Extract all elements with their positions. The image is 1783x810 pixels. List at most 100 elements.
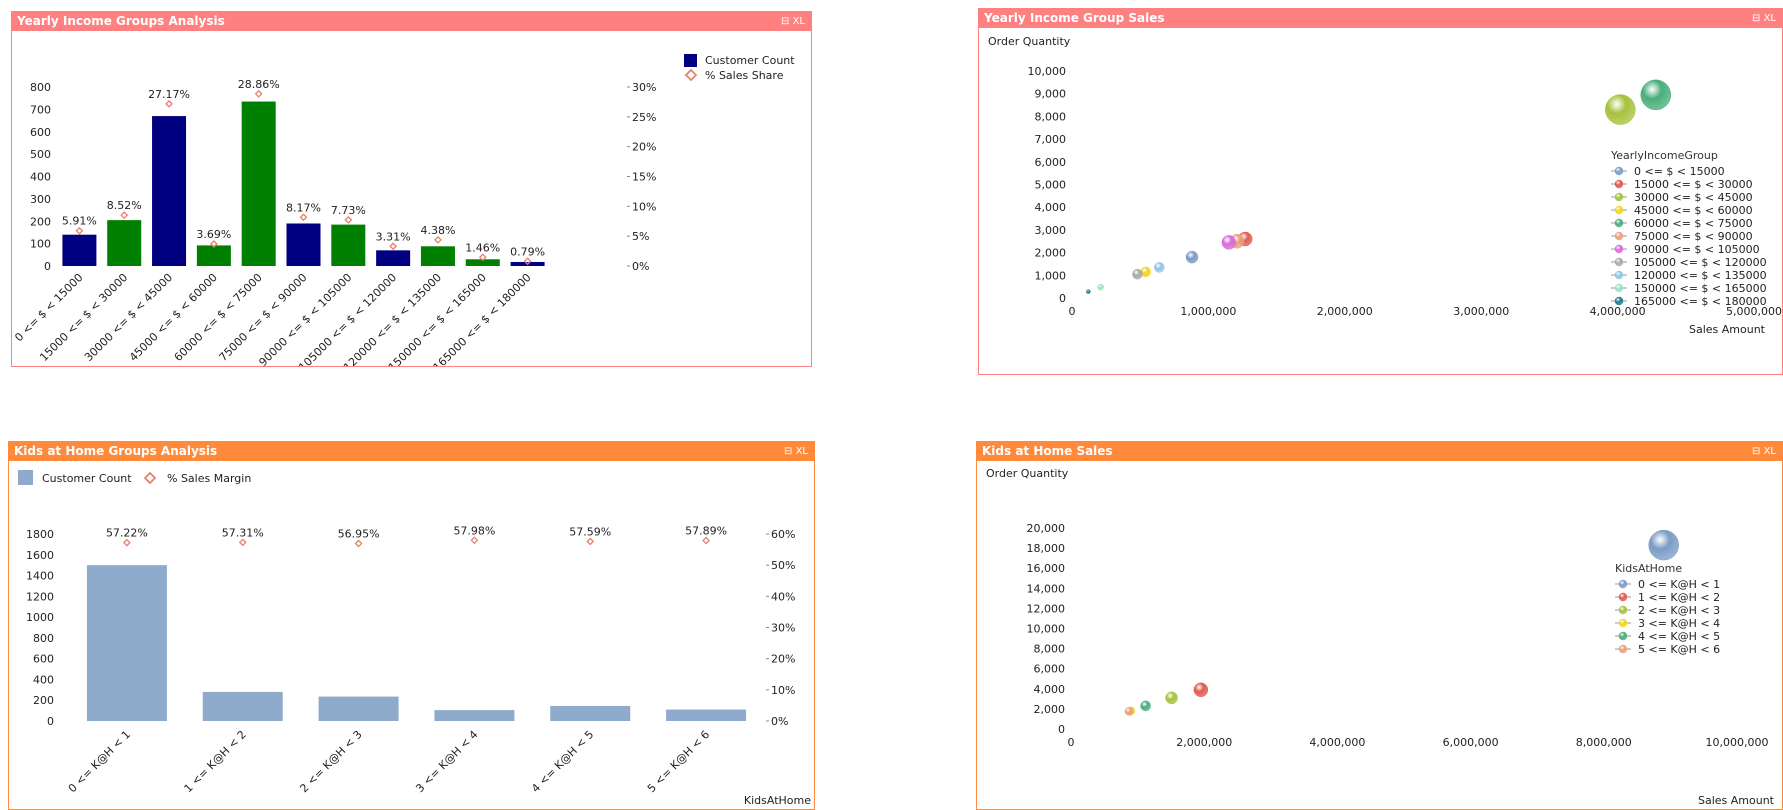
legend-swatch — [18, 470, 33, 485]
bar — [286, 223, 321, 266]
panel-title: Kids at Home Groups Analysis — [14, 444, 218, 458]
bubble-point — [1185, 250, 1199, 264]
legend-label: 90000 <= $ < 105000 — [1634, 243, 1760, 256]
y-tick-label: 500 — [30, 148, 51, 161]
bubble-point — [1097, 283, 1104, 291]
x-tick-label: 6,000,000 — [1443, 736, 1499, 749]
legend-label: 0 <= K@H < 1 — [1638, 578, 1720, 591]
y2-tick-label: 0% — [632, 260, 649, 273]
y-tick-label: 5,000 — [1035, 179, 1067, 192]
y-tick-label: 8,000 — [1035, 110, 1067, 123]
bar — [550, 705, 631, 721]
legend-marker — [1614, 192, 1624, 202]
data-label: 8.52% — [107, 199, 142, 212]
bar — [376, 250, 411, 266]
bar — [331, 224, 366, 266]
legend-label: 105000 <= $ < 120000 — [1634, 256, 1767, 269]
y-tick-label: 300 — [30, 193, 51, 206]
y-tick-label: 0 — [1058, 723, 1065, 736]
y-tick-label: 9,000 — [1035, 88, 1067, 101]
line-marker — [122, 538, 131, 547]
y-tick-label: 200 — [30, 215, 51, 228]
y-tick-label: 16,000 — [1027, 562, 1066, 575]
line-marker — [389, 242, 398, 251]
line-marker — [238, 538, 247, 547]
y-tick-label: 400 — [30, 171, 51, 184]
y-tick-label: 1200 — [26, 590, 54, 603]
line-marker — [470, 536, 479, 545]
panel-controls[interactable]: ⊟ XL — [1752, 442, 1776, 461]
category-label: 75000 <= $ < 90000 — [217, 271, 310, 364]
panel-controls[interactable]: ⊟ XL — [781, 12, 805, 31]
y-axis-title: Order Quantity — [986, 467, 1069, 480]
y-tick-label: 4,000 — [1035, 201, 1067, 214]
bar — [152, 116, 187, 267]
data-label: 3.69% — [196, 228, 231, 241]
yearly-income-group-sales-panel: Yearly Income Group Sales ⊟ XL 0 1,000 2,0… — [978, 8, 1783, 375]
y-tick-label: 6,000 — [1035, 156, 1067, 169]
line-marker — [254, 89, 263, 98]
y2-tick-label: 0% — [771, 715, 788, 728]
legend-label: 120000 <= $ < 135000 — [1634, 269, 1767, 282]
bar — [62, 234, 97, 266]
line-marker — [702, 536, 711, 545]
x-tick-label: 4,000,000 — [1309, 736, 1365, 749]
y2-tick-label: 30% — [632, 81, 656, 94]
data-label: 27.17% — [148, 88, 190, 101]
data-label: 3.31% — [376, 230, 411, 243]
panel-controls[interactable]: ⊟ XL — [1752, 9, 1776, 28]
legend-marker — [1614, 231, 1624, 241]
category-label: 15000 <= $ < 30000 — [37, 271, 130, 364]
legend-marker — [1618, 631, 1628, 641]
bubble-point — [1605, 94, 1636, 125]
data-label: 7.73% — [331, 204, 366, 217]
legend-label: 4 <= K@H < 5 — [1638, 630, 1720, 643]
data-label: 57.98% — [453, 524, 495, 537]
legend-marker — [1618, 605, 1628, 615]
y2-tick-label: 20% — [632, 141, 656, 154]
data-label: 5.91% — [62, 215, 97, 228]
bar — [434, 710, 515, 721]
panel-controls[interactable]: ⊟ XL — [784, 442, 808, 461]
panel-title: Yearly Income Group Sales — [984, 11, 1165, 25]
y-tick-label: 1,000 — [1035, 269, 1067, 282]
bar — [420, 246, 455, 266]
legend-marker — [1618, 618, 1628, 628]
y-tick-label: 10,000 — [1028, 65, 1067, 78]
x-tick-label: 10,000,000 — [1706, 736, 1769, 749]
panel-title: Kids at Home Sales — [982, 444, 1113, 458]
y2-tick-label: 10% — [771, 684, 795, 697]
bar — [86, 565, 167, 721]
category-label: 4 <= K@H < 5 — [529, 728, 596, 795]
y2-tick-label: 60% — [771, 528, 795, 541]
category-label: 45000 <= $ < 60000 — [127, 271, 220, 364]
category-label: 2 <= K@H < 3 — [297, 728, 364, 795]
y-tick-label: 20,000 — [1027, 522, 1066, 535]
legend-label: 15000 <= $ < 30000 — [1634, 178, 1753, 191]
y-tick-label: 800 — [30, 81, 51, 94]
y-tick-label: 800 — [33, 632, 54, 645]
legend-label: % Sales Margin — [167, 472, 251, 485]
line-marker — [354, 539, 363, 548]
legend-label: 165000 <= $ < 180000 — [1634, 295, 1767, 308]
legend-marker — [1614, 257, 1624, 267]
data-label: 4.38% — [420, 224, 455, 237]
legend-marker — [1614, 283, 1624, 293]
y-tick-label: 1400 — [26, 570, 54, 583]
legend-marker — [1614, 218, 1624, 228]
legend-marker — [1614, 244, 1624, 254]
legend-label: 1 <= K@H < 2 — [1638, 591, 1720, 604]
x-axis-title: KidsAtHome — [744, 794, 811, 807]
legend-label: % Sales Share — [705, 69, 784, 82]
data-label: 57.89% — [685, 525, 727, 538]
category-label: 0 <= K@H < 1 — [66, 728, 133, 795]
y2-tick-label: 5% — [632, 230, 649, 243]
y-tick-label: 0 — [47, 715, 54, 728]
bubble-point — [1640, 79, 1672, 111]
y-tick-label: 400 — [33, 673, 54, 686]
legend-label: 60000 <= $ < 75000 — [1634, 217, 1753, 230]
y-tick-label: 0 — [44, 260, 51, 273]
bubble-point — [1154, 262, 1165, 273]
legend-swatch — [143, 471, 157, 485]
y-axis-title: Order Quantity — [988, 35, 1071, 48]
